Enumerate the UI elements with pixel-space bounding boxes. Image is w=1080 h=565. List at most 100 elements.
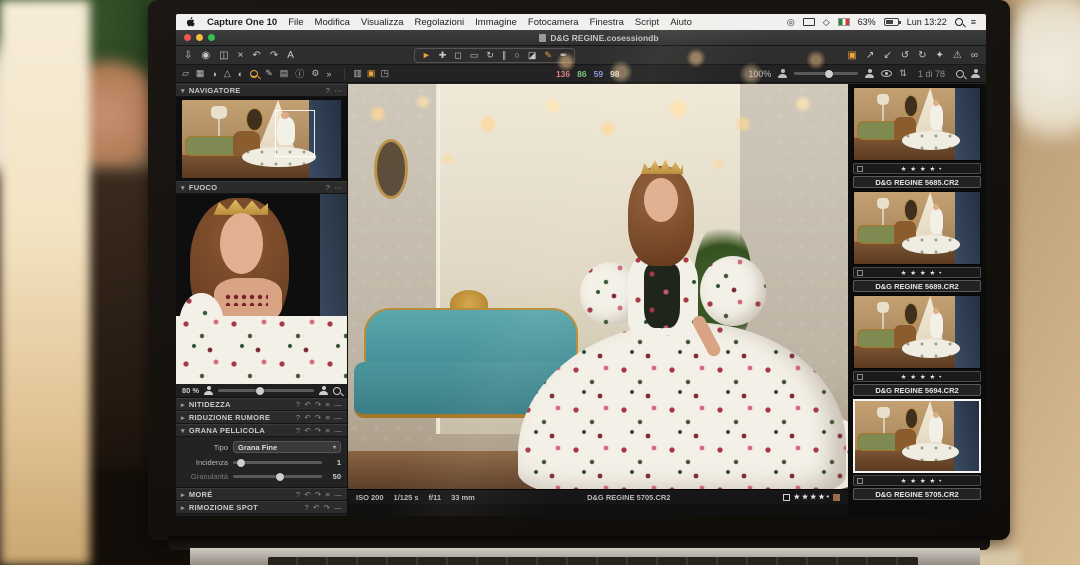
viewer-image[interactable] — [348, 84, 848, 489]
image-viewer[interactable]: ISO 200 1/125 s f/11 33 mm D&G REGINE 57… — [348, 84, 848, 516]
redo-button[interactable]: ↷ — [270, 50, 278, 61]
riduzione-help-icon[interactable]: ? — [296, 413, 300, 422]
rimozione-apply-icon[interactable]: ↷ — [324, 503, 331, 512]
spot-tool-icon[interactable]: ○ — [514, 50, 519, 60]
riduzione-copy-icon[interactable]: ↶ — [304, 413, 311, 422]
thumbnail-5705-selected[interactable] — [853, 399, 981, 473]
undo-button[interactable]: ↶ — [252, 50, 260, 61]
crop-tool-icon[interactable]: ▭ — [470, 50, 479, 61]
grana-apply-icon[interactable]: ↷ — [315, 426, 322, 435]
navigator-preview[interactable] — [176, 97, 347, 181]
info-icon[interactable]: ⓘ — [295, 67, 304, 80]
section-riduzione-rumore[interactable]: ▸ RIDUZIONE RUMORE ? ↶ ↷ ≡ — — [176, 411, 347, 424]
riduzione-caret-icon[interactable]: ▸ — [181, 414, 185, 422]
nitidezza-help-icon[interactable]: ? — [296, 400, 300, 409]
focus-magnifier-icon[interactable] — [333, 387, 341, 395]
display-icon[interactable] — [803, 18, 815, 26]
import-arrow-icon[interactable]: ↙ — [883, 50, 891, 61]
section-grana-pellicola[interactable]: ▾ GRANA PELLICOLA ? ↶ ↷ ≡ — — [176, 424, 347, 437]
thumb-rating[interactable]: ★ ★ ★ ★ • — [866, 373, 977, 381]
granularita-slider[interactable] — [233, 475, 322, 478]
nitidezza-copy-icon[interactable]: ↶ — [304, 400, 311, 409]
thumbnail-5689[interactable] — [853, 191, 981, 265]
copies-icon[interactable]: ▣ — [847, 50, 856, 61]
output-button[interactable]: ◫ — [219, 50, 228, 61]
browser-search-icon[interactable] — [956, 70, 964, 78]
spotlight-search-icon[interactable] — [955, 18, 963, 26]
navigator-caret-icon[interactable]: ▾ — [181, 87, 185, 95]
thumb-filename[interactable]: D&G REGINE 5689.CR2 — [853, 280, 981, 292]
thumbnail-5685[interactable] — [853, 87, 981, 161]
section-nitidezza[interactable]: ▸ NITIDEZZA ? ↶ ↷ ≡ — — [176, 398, 347, 411]
star-rating[interactable]: ★ ★ ★ ★ • — [794, 493, 829, 501]
thumb-filename[interactable]: D&G REGINE 5685.CR2 — [853, 176, 981, 188]
thumb-rating[interactable]: ★ ★ ★ ★ • — [866, 477, 977, 485]
menu-aiuto[interactable]: Aiuto — [670, 17, 692, 28]
lens-icon[interactable]: △ — [224, 68, 231, 79]
section-more[interactable]: ▸ MORÉ ? ↶ ↷ ≡ — — [176, 488, 347, 501]
menu-modifica[interactable]: Modifica — [315, 17, 350, 28]
thumb-checkbox[interactable] — [857, 270, 863, 276]
close-window-button[interactable] — [184, 34, 191, 41]
thumbnail-5694[interactable] — [853, 295, 981, 369]
rimozione-caret-icon[interactable]: ▸ — [181, 504, 185, 512]
riduzione-apply-icon[interactable]: ↷ — [315, 413, 322, 422]
folder-icon[interactable]: ▱ — [182, 68, 189, 79]
rotate-ccw-icon[interactable]: ↺ — [901, 50, 909, 61]
straighten-tool-icon[interactable]: ∥ — [502, 50, 507, 61]
help-icon[interactable]: ? — [326, 86, 330, 95]
filmstrip-cell[interactable]: ★ ★ ★ ★ • D&G REGINE 5689.CR2 — [853, 191, 981, 292]
italian-flag-icon[interactable] — [838, 18, 850, 26]
color-wheel-icon[interactable]: ◑ — [211, 69, 216, 79]
minimize-window-button[interactable] — [196, 34, 203, 41]
nitidezza-apply-icon[interactable]: ↷ — [315, 400, 322, 409]
grana-caret-icon[interactable]: ▾ — [181, 427, 185, 435]
incidenza-slider[interactable] — [233, 461, 322, 464]
menu-clock[interactable]: Lun 13:22 — [907, 17, 947, 27]
cursor-tool-icon[interactable]: ► — [422, 50, 431, 60]
focus-preview[interactable] — [176, 194, 347, 384]
rimozione-copy-icon[interactable]: ↶ — [313, 503, 320, 512]
grana-preset-icon[interactable]: ≡ — [326, 426, 331, 435]
section-rimozione-spot[interactable]: ▸ RIMOZIONE SPOT ? ↶ ↷ — — [176, 501, 347, 514]
apple-menu-icon[interactable] — [186, 16, 196, 28]
more-tools-chevron[interactable]: » — [326, 69, 331, 79]
browser-user-icon[interactable] — [971, 69, 980, 78]
grana-help-icon[interactable]: ? — [296, 426, 300, 435]
more-preset-icon[interactable]: ≡ — [326, 490, 331, 499]
more-apply-icon[interactable]: ↷ — [315, 490, 322, 499]
menu-finestra[interactable]: Finestra — [590, 17, 624, 28]
thumb-filename[interactable]: D&G REGINE 5705.CR2 — [853, 488, 981, 500]
grid-view-icon[interactable]: ▥ — [353, 68, 362, 79]
pen-tool-icon[interactable]: ✒ — [560, 50, 568, 61]
battery-icon[interactable] — [884, 18, 899, 26]
rotate-cw-icon[interactable]: ↻ — [918, 50, 926, 61]
navigator-header[interactable]: ▾ NAVIGATORE ? ⋯ — [176, 84, 347, 97]
more-caret-icon[interactable]: ▸ — [181, 491, 185, 499]
proof-view-icon[interactable]: ◳ — [380, 68, 389, 79]
thumb-rating[interactable]: ★ ★ ★ ★ • — [866, 165, 977, 173]
rimozione-help-icon[interactable]: ? — [305, 503, 309, 512]
menu-fotocamera[interactable]: Fotocamera — [528, 17, 579, 28]
details-magnifier-icon[interactable] — [250, 70, 258, 78]
thumb-checkbox[interactable] — [857, 166, 863, 172]
sort-icon[interactable]: ⇅ — [899, 68, 907, 79]
more-help-icon[interactable]: ? — [296, 490, 300, 499]
zoom-window-button[interactable] — [208, 34, 215, 41]
rimozione-collapse-icon[interactable]: — — [334, 503, 342, 512]
contrast-icon[interactable]: ◐ — [238, 69, 243, 79]
rotate-tool-icon[interactable]: ↻ — [486, 50, 494, 61]
metadata-table-icon[interactable]: ▤ — [280, 68, 289, 79]
menu-immagine[interactable]: Immagine — [475, 17, 517, 28]
adjust-brush-icon[interactable]: ✎ — [265, 68, 273, 79]
focus-zoom-slider[interactable] — [218, 389, 314, 392]
thumb-rating[interactable]: ★ ★ ★ ★ • — [866, 269, 977, 277]
airplay-diamond-icon[interactable]: ◇ — [823, 17, 830, 28]
menu-regolazioni[interactable]: Regolazioni — [415, 17, 465, 28]
gradient-tool-icon[interactable]: ◪ — [528, 50, 537, 61]
more-copy-icon[interactable]: ↶ — [304, 490, 311, 499]
select-tool-icon[interactable]: ◻ — [454, 50, 461, 61]
nitidezza-preset-icon[interactable]: ≡ — [326, 400, 331, 409]
import-images-button[interactable]: ⇩ — [184, 50, 192, 61]
status-circle-icon[interactable]: ◎ — [787, 17, 795, 28]
